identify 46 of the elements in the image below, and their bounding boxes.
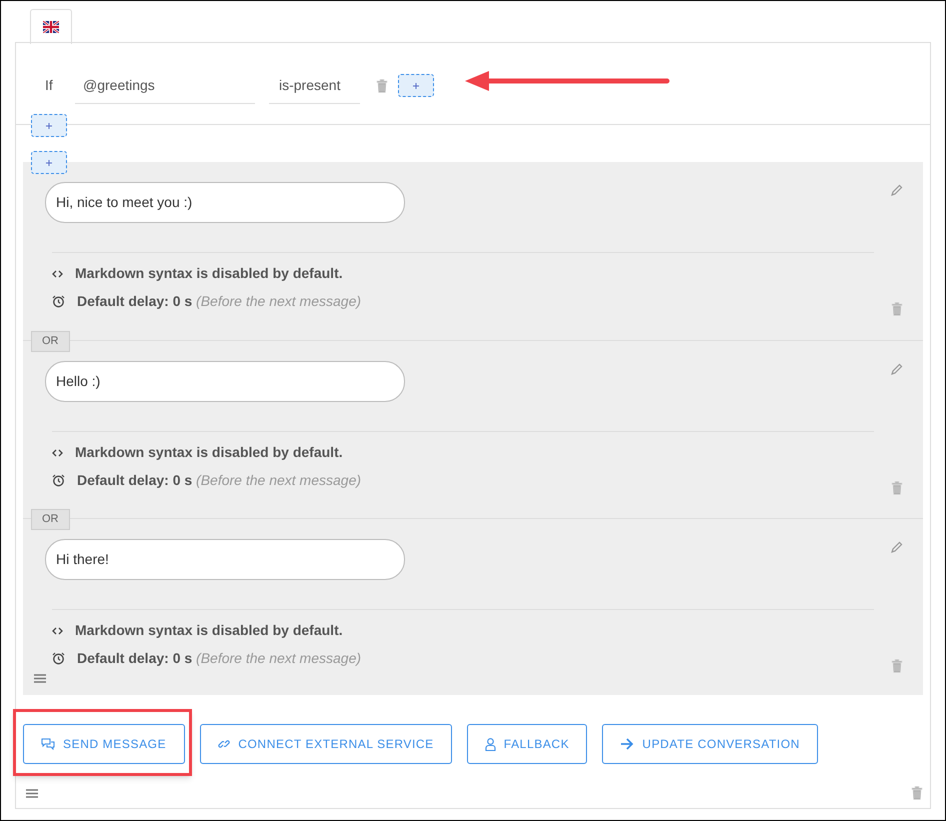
plus-icon bbox=[45, 122, 53, 130]
condition-label: If bbox=[45, 76, 54, 95]
code-icon bbox=[52, 448, 63, 456]
or-button[interactable]: OR bbox=[31, 331, 70, 352]
add-button[interactable] bbox=[31, 114, 67, 137]
action-button[interactable]: FALLBACK bbox=[466, 724, 588, 764]
code-icon bbox=[52, 626, 63, 634]
markdown-note: Markdown syntax is disabled by default. bbox=[75, 621, 343, 640]
message-bubble[interactable]: Hi there! bbox=[45, 539, 405, 580]
action-button[interactable]: SEND MESSAGE bbox=[23, 724, 186, 764]
trash-icon[interactable] bbox=[891, 481, 903, 495]
delay-note: Default delay: 0 s (Before the next message) bbox=[77, 292, 362, 311]
edit-icon[interactable] bbox=[890, 184, 903, 197]
variable-field[interactable]: @greetings bbox=[75, 68, 255, 104]
person-icon bbox=[484, 738, 496, 750]
message-bubble[interactable]: Hi, nice to meet you :) bbox=[45, 182, 405, 223]
or-button[interactable]: OR bbox=[31, 509, 70, 530]
trash-icon[interactable] bbox=[911, 786, 923, 800]
arrow-right-icon bbox=[620, 738, 634, 750]
markdown-note: Markdown syntax is disabled by default. bbox=[75, 443, 343, 462]
action-button[interactable]: CONNECT EXTERNAL SERVICE bbox=[200, 724, 452, 764]
drag-handle-icon[interactable] bbox=[34, 674, 46, 683]
language-tab[interactable] bbox=[30, 9, 72, 44]
plus-icon bbox=[412, 82, 420, 90]
alarm-clock-icon bbox=[52, 652, 65, 665]
alarm-clock-icon bbox=[52, 295, 65, 308]
code-icon bbox=[52, 270, 63, 278]
drag-handle-icon[interactable] bbox=[26, 789, 38, 798]
trash-icon[interactable] bbox=[376, 78, 388, 92]
delay-note: Default delay: 0 s (Before the next message) bbox=[77, 471, 362, 490]
alarm-clock-icon bbox=[52, 474, 65, 487]
plus-icon bbox=[45, 158, 53, 166]
action-button[interactable]: UPDATE CONVERSATION bbox=[602, 724, 818, 764]
trash-icon[interactable] bbox=[891, 659, 903, 673]
message-bubble[interactable]: Hello :) bbox=[45, 361, 405, 402]
flag-icon bbox=[43, 21, 59, 33]
edit-icon[interactable] bbox=[890, 541, 903, 554]
trash-icon[interactable] bbox=[891, 302, 903, 316]
edit-icon[interactable] bbox=[890, 363, 903, 376]
link-icon bbox=[218, 738, 230, 750]
operator-field[interactable]: is-present bbox=[269, 68, 360, 104]
delay-note: Default delay: 0 s (Before the next message) bbox=[77, 649, 362, 668]
markdown-note: Markdown syntax is disabled by default. bbox=[75, 264, 343, 283]
add-button[interactable] bbox=[398, 74, 434, 97]
add-button[interactable] bbox=[31, 151, 67, 174]
chat-icon bbox=[41, 738, 55, 750]
